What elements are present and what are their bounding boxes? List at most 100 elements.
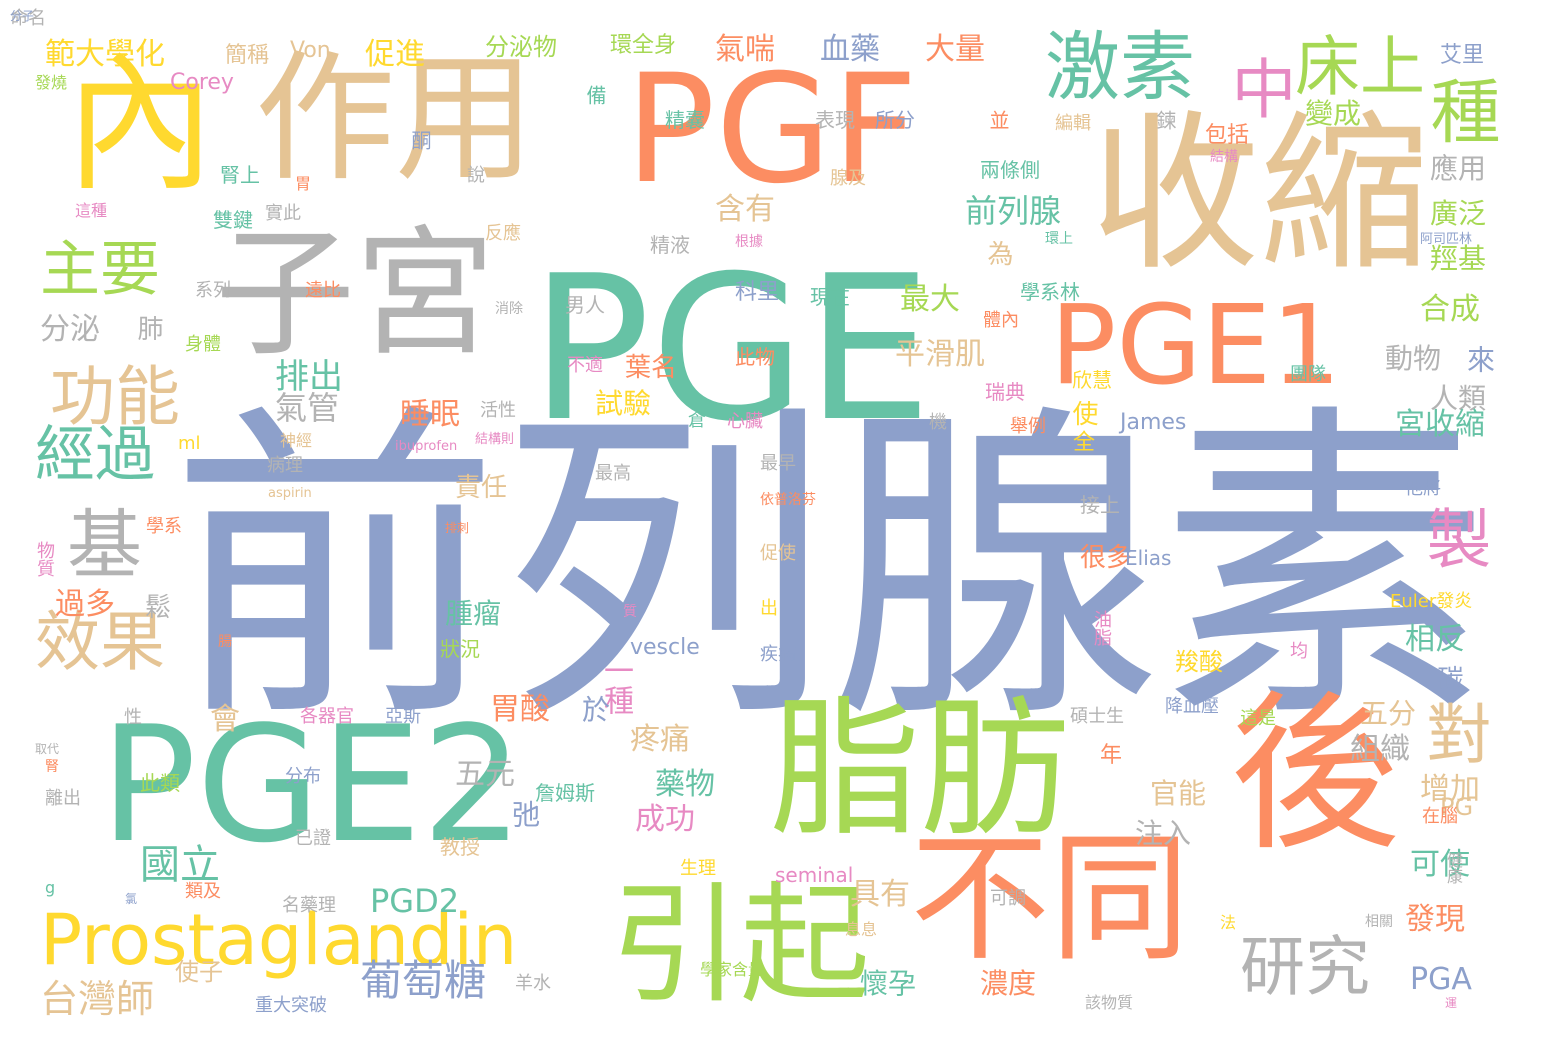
word-126: 阿司匹林	[1420, 232, 1473, 247]
word-146: 神經	[280, 431, 313, 450]
word-108: 酮	[408, 130, 432, 150]
word-170: 這是	[1240, 708, 1276, 729]
word-58: 發現	[1405, 902, 1465, 937]
word-161: 腸	[218, 634, 232, 650]
word-123: 根據	[735, 234, 763, 250]
word-159: 出	[760, 598, 778, 619]
word-169: 降血壓	[1165, 696, 1219, 717]
word-ml-98: ml	[178, 433, 201, 454]
word-g-181: g	[45, 878, 56, 897]
word-55: 組織	[1350, 732, 1410, 767]
word-177: 已證	[295, 828, 331, 849]
word-28: 台灣師	[40, 977, 155, 1021]
word-158: 質	[623, 604, 637, 620]
word-von-91: Von	[290, 38, 331, 63]
word-cloud: 前列腺素 PGE PGF 收縮 PGE2 脂肪 作用 子宮後不同 引起 PGE1 內激素 Prosta…	[0, 0, 1548, 1052]
word-30: 前列腺	[965, 192, 1062, 230]
word-62: 官能	[1150, 777, 1207, 810]
word-50: 來	[1463, 345, 1496, 373]
word-47: 羥基	[1430, 242, 1487, 275]
word-75: 腫瘤	[445, 597, 502, 630]
word-31: 平滑肌	[895, 337, 985, 372]
word-105: 雙鍵	[213, 208, 253, 232]
word-124: 反應	[485, 223, 521, 244]
word-25: 對	[1415, 700, 1490, 765]
word-seminal-97: seminal	[775, 863, 854, 887]
word-pgd2-29: PGD2	[370, 882, 460, 920]
word-42: 分泌物	[485, 33, 557, 61]
word-115: 並	[986, 110, 1010, 130]
word-71: 胃酸	[490, 692, 550, 727]
word-elias-94: Elias	[1125, 546, 1172, 570]
word-182: 氯	[125, 892, 138, 906]
word-54: 五分	[1360, 697, 1417, 730]
word-65: 濃度	[980, 967, 1037, 1000]
word-23: 基	[54, 505, 142, 580]
word-22: 經過	[35, 420, 155, 490]
word-189: 相關	[1365, 914, 1393, 930]
word-178: 教授	[440, 835, 480, 859]
word-101: 簡稱	[225, 43, 270, 68]
word-136: 不適	[567, 355, 603, 376]
word-191: 羊水	[515, 973, 551, 994]
word-167: 亞斯	[385, 706, 421, 727]
word-152: 依普洛芬	[760, 492, 816, 508]
word-174: 分布	[285, 766, 321, 787]
word-160: 油脂	[1091, 610, 1112, 646]
word-147: 結構則	[475, 432, 515, 447]
word-187: 息息	[845, 920, 878, 939]
word-vescle-96: vescle	[630, 635, 700, 660]
word-87: 年	[1100, 743, 1123, 768]
word-154: 學系	[146, 516, 182, 537]
word-179: 在腦	[1422, 806, 1458, 827]
word-7: 子宮	[215, 213, 496, 376]
word-138: 團隊	[1290, 364, 1326, 385]
word-107: 實此	[265, 203, 301, 224]
word-166: 各器官	[300, 706, 354, 727]
word-103: 腎上	[220, 163, 260, 187]
word-145: 舉例	[1010, 416, 1046, 437]
word-190: 重大突破	[255, 995, 327, 1016]
word-180: 健康	[1444, 852, 1463, 884]
word-118: 包括	[1205, 123, 1250, 148]
word-162: 狀況	[440, 637, 480, 661]
word-36: 含有	[715, 192, 775, 227]
word-184: 生理	[680, 858, 716, 879]
word-52: 宮收縮	[1395, 407, 1485, 442]
word-41: 範大學化	[45, 37, 165, 72]
word-120: 腺及	[830, 168, 866, 189]
word-21: 主要	[40, 235, 160, 305]
word-185: 名藥理	[282, 895, 336, 916]
word-196: 分子	[10, 9, 35, 23]
word-137: 此物	[735, 345, 775, 369]
word-150: 接上	[1080, 493, 1120, 517]
word-112: 精囊	[665, 108, 705, 132]
word-110: 結構	[1210, 149, 1238, 165]
word-corey-92: Corey	[170, 70, 234, 95]
word-78: 葉名	[625, 353, 678, 383]
word-76: 責任	[455, 473, 508, 503]
word-48: 合成	[1420, 292, 1480, 327]
word-72: 於	[578, 695, 611, 723]
word-125: 環上	[1045, 231, 1073, 247]
word-44: 變成	[1305, 97, 1362, 130]
word-77: 試驗	[595, 387, 652, 420]
word-aspirin-100: aspirin	[268, 486, 312, 501]
word-89: 使子	[175, 958, 223, 986]
word-133: 男人	[565, 293, 605, 317]
word-164: 均	[1290, 641, 1308, 662]
word-116: 編輯	[1055, 113, 1091, 134]
word-183: 類及	[185, 881, 221, 902]
word-84: 會	[210, 702, 240, 737]
word-119: 艾里	[1440, 43, 1485, 68]
word-66: 具有	[850, 877, 910, 912]
word-27: 國立	[140, 842, 220, 888]
word-128: 遠比	[305, 280, 341, 301]
word-39: 大量	[925, 32, 985, 67]
word-192: 學家含量	[700, 960, 765, 979]
word-pga-59: PGA	[1410, 962, 1472, 997]
word-46: 廣泛	[1430, 197, 1487, 230]
word-149: 最早	[760, 453, 796, 474]
word-80: 使	[1068, 400, 1098, 426]
word-131: 學系林	[1020, 280, 1080, 304]
